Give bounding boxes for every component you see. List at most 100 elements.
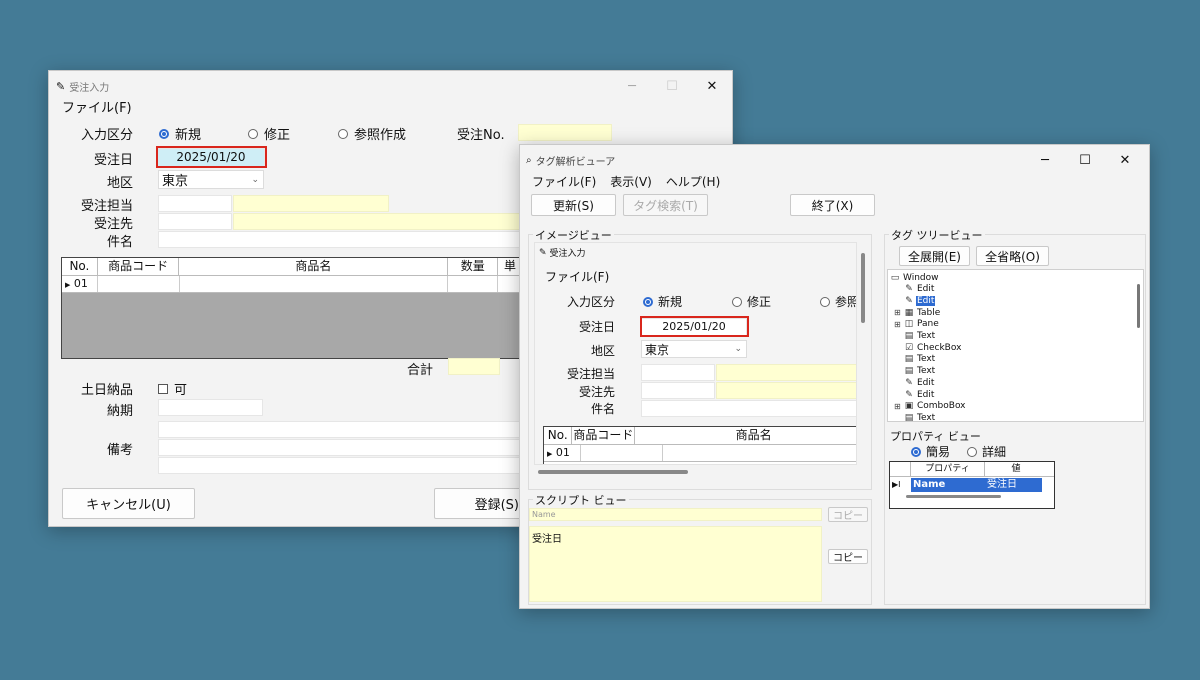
col-code[interactable]: 商品コード — [98, 258, 180, 275]
mini-subject-label: 件名 — [590, 402, 615, 416]
col-qty[interactable]: 数量 — [448, 258, 499, 275]
col-name[interactable]: 商品名 — [179, 258, 449, 275]
tree-item[interactable]: ▤ Text — [894, 331, 936, 342]
weekend-checkbox[interactable]: 可 — [158, 379, 187, 398]
exit-button[interactable]: 終了(X) — [790, 194, 875, 216]
radio-edit[interactable]: 修正 — [248, 124, 290, 143]
script-name-field[interactable]: Name — [529, 508, 822, 521]
customer-name-field — [233, 213, 523, 230]
prop-header: プロパティ 値 — [890, 462, 1054, 477]
tag-tree[interactable]: ▭ Window ✎ Edit ✎ Edit ⊞ ▦ Table ⊞ ◫ Pane ▤ Text ☑ Chec… — [887, 269, 1144, 422]
deadline-field[interactable] — [158, 399, 263, 416]
tree-item[interactable]: ✎ Edit — [894, 295, 936, 306]
maximize-button[interactable]: ☐ — [1065, 145, 1105, 175]
menu-bar: ファイル(F) 表示(V) ヘルプ(H) — [532, 173, 720, 190]
script-text-area[interactable]: 受注日 — [529, 526, 822, 602]
menu-help[interactable]: ヘルプ(H) — [666, 173, 720, 190]
tag-viewer-window: ⌕ タグ解析ビューア ─ ☐ ✕ ファイル(F) 表示(V) ヘルプ(H) 更新… — [519, 144, 1150, 609]
edit-icon: ✎ — [905, 377, 913, 388]
order-date-label: 受注日 — [93, 153, 133, 168]
text-icon: ▤ — [904, 366, 914, 377]
mini-customer-label: 受注先 — [578, 385, 615, 399]
maximize-button[interactable]: ☐ — [652, 71, 692, 101]
customer-code-field[interactable] — [158, 213, 232, 230]
tree-item[interactable]: ⊞ ▣ ComboBox — [894, 401, 967, 412]
cell-code[interactable] — [98, 276, 180, 292]
edit-icon: ✎ — [905, 389, 913, 400]
menu-file[interactable]: ファイル(F) — [532, 173, 596, 190]
minimize-button[interactable]: ─ — [612, 71, 652, 101]
prop-radio-simple[interactable]: 簡易 — [911, 443, 950, 460]
mini-input-type-label: 入力区分 — [566, 295, 615, 309]
remarks-field-1[interactable] — [158, 421, 523, 438]
menu-view[interactable]: 表示(V) — [610, 173, 652, 190]
copy-name-button[interactable]: コピー — [828, 507, 868, 522]
app-icon: ✎ — [539, 247, 547, 258]
remarks-field-2[interactable] — [158, 439, 523, 456]
tree-item[interactable]: ▤ Text — [894, 354, 936, 365]
tree-item[interactable]: ▤ Text — [894, 366, 936, 377]
order-items-grid[interactable]: No. 商品コード 商品名 数量 単 ▶ 01 — [61, 257, 523, 359]
tree-item[interactable]: ✎ Edit — [894, 284, 935, 295]
cell-name[interactable] — [180, 276, 449, 292]
expand-icon[interactable]: ⊞ — [894, 320, 902, 329]
col-name: 商品名 — [735, 428, 772, 442]
mini-subject-field — [641, 400, 856, 417]
remarks-field-3[interactable] — [158, 457, 523, 474]
mini-region-combo: 東京 ⌄ — [641, 340, 747, 358]
tag-search-button[interactable]: タグ検索(T) — [623, 194, 708, 216]
app-icon: ⌕ — [526, 154, 532, 166]
tree-item-label: Table — [917, 307, 941, 318]
expand-all-button[interactable]: 全展開(E) — [899, 246, 970, 266]
tree-item[interactable]: ▭ Window — [890, 272, 940, 283]
total-label: 合計 — [407, 363, 434, 378]
total-field — [448, 358, 500, 375]
tree-item-label: Text — [917, 331, 936, 341]
tree-item[interactable]: ▤ Text — [894, 412, 936, 421]
prop-hscrollbar[interactable] — [906, 495, 1001, 498]
tree-item-label: Pane — [917, 319, 939, 330]
col-no[interactable]: No. — [62, 258, 98, 275]
minimize-button[interactable]: ─ — [1025, 145, 1065, 175]
prop-row-name[interactable]: ▶I Name 受注日 — [890, 478, 1042, 492]
radio-copy[interactable]: 参照作成 — [338, 124, 406, 143]
property-grid[interactable]: プロパティ 値 ▶I Name 受注日 — [889, 461, 1055, 509]
pane-icon: ◫ — [904, 319, 914, 330]
tree-vscrollbar[interactable] — [1137, 284, 1140, 328]
tree-item[interactable]: ✎ Edit — [894, 377, 935, 388]
combobox-icon: ▣ — [904, 401, 914, 412]
expand-icon[interactable]: ⊞ — [894, 402, 902, 411]
table-row[interactable]: ▶ 01 — [62, 276, 522, 293]
tree-item[interactable]: ⊞ ▦ Table — [894, 307, 941, 318]
region-combo[interactable]: 東京 ⌄ — [158, 170, 264, 189]
subject-field[interactable] — [158, 231, 523, 248]
collapse-all-button[interactable]: 全省略(O) — [976, 246, 1049, 266]
radio-icon — [248, 128, 258, 139]
cell-qty[interactable] — [448, 276, 499, 292]
tree-item[interactable]: ☑ CheckBox — [894, 342, 962, 353]
close-button[interactable]: ✕ — [692, 71, 732, 101]
image-view-hscrollbar[interactable] — [538, 470, 688, 474]
tree-item-label: ComboBox — [917, 401, 966, 412]
order-no-field[interactable] — [518, 124, 612, 141]
col-no: No. — [544, 427, 573, 444]
refresh-button[interactable]: 更新(S) — [531, 194, 616, 216]
cancel-button[interactable]: キャンセル(U) — [62, 488, 195, 519]
tree-item-label: Edit — [916, 295, 936, 306]
tree-item[interactable]: ⊞ ◫ Pane — [894, 319, 940, 330]
image-view-vscrollbar[interactable] — [861, 253, 865, 323]
prop-radio-detail[interactable]: 詳細 — [967, 443, 1006, 460]
staff-code-field[interactable] — [158, 195, 232, 212]
copy-script-button[interactable]: コピー — [828, 549, 868, 564]
tree-item[interactable]: ✎ Edit — [894, 389, 935, 400]
grid-header: No. 商品コード 商品名 数量 単 — [62, 258, 522, 276]
expand-icon[interactable]: ⊞ — [894, 308, 902, 317]
close-button[interactable]: ✕ — [1105, 145, 1145, 175]
radio-new[interactable]: 新規 — [159, 124, 201, 143]
mini-region-label: 地区 — [590, 344, 615, 358]
image-view-label: イメージビュー — [533, 227, 614, 243]
customer-label: 受注先 — [93, 217, 133, 232]
script-view-label: スクリプト ビュー — [533, 492, 629, 508]
staff-name-field — [233, 195, 389, 212]
menu-file[interactable]: ファイル(F) — [62, 97, 132, 116]
